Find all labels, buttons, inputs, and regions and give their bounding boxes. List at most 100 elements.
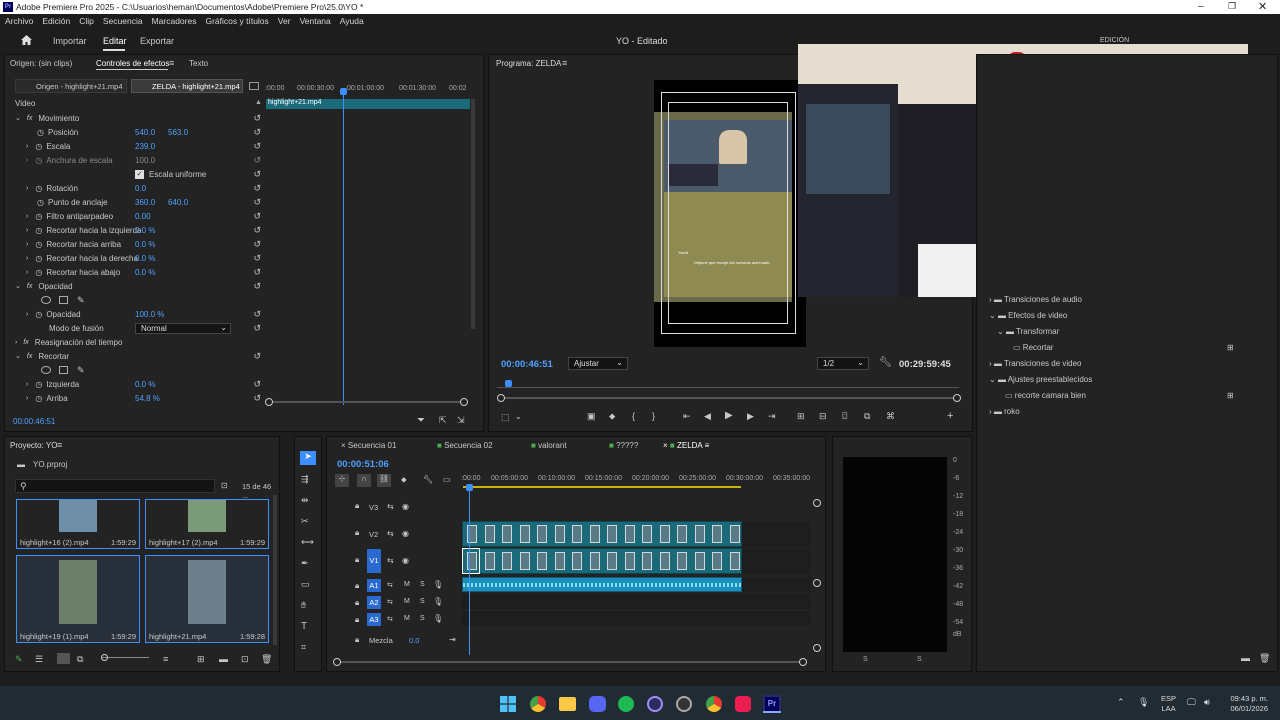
list-view-icon[interactable]: ☰ bbox=[35, 654, 43, 665]
a-scroll-handle-bottom[interactable] bbox=[813, 644, 821, 652]
workspace-label[interactable]: EDICIÓN bbox=[1100, 37, 1129, 44]
microphone-icon[interactable]: 🎙︎ bbox=[433, 614, 443, 623]
chevron-right-icon[interactable]: › bbox=[26, 227, 28, 234]
delete-icon[interactable]: 🗑︎ bbox=[1259, 653, 1270, 664]
chevron-down-icon[interactable]: ⌄ bbox=[15, 282, 21, 290]
tab-importar[interactable]: Importar bbox=[53, 36, 87, 46]
zoom-slider-handle[interactable] bbox=[101, 654, 108, 661]
scroll-up-icon[interactable]: ▲ bbox=[255, 99, 262, 106]
tab-origen[interactable]: Origen: (sin clips) bbox=[10, 59, 72, 68]
file-explorer-icon[interactable] bbox=[559, 697, 576, 711]
reset-icon[interactable]: ↺ bbox=[253, 141, 261, 152]
clip-v2[interactable] bbox=[462, 521, 742, 547]
chevron-down-icon[interactable]: ⌄ bbox=[15, 114, 21, 122]
reset-icon[interactable]: ↺ bbox=[253, 155, 261, 166]
project-search-input[interactable]: ⚲ bbox=[15, 479, 215, 493]
rectangle-icon[interactable]: ▭ bbox=[301, 579, 310, 590]
type-tool-icon[interactable]: T bbox=[301, 621, 307, 632]
solo-icon[interactable]: S bbox=[420, 615, 425, 622]
ellipse-mask-icon[interactable] bbox=[41, 366, 51, 374]
pencil-icon[interactable]: ✎ bbox=[15, 654, 23, 665]
delete-icon[interactable]: 🗑︎ bbox=[261, 654, 272, 665]
rectangle-mask-icon[interactable] bbox=[59, 296, 68, 304]
prop-value-1[interactable]: 0.00 bbox=[135, 212, 151, 221]
pen-icon[interactable]: ✒ bbox=[301, 558, 309, 569]
menu-ayuda[interactable]: Ayuda bbox=[340, 16, 364, 26]
track-a2-lane[interactable] bbox=[461, 594, 811, 609]
program-scrub-ruler[interactable] bbox=[497, 380, 959, 388]
scroll-handle-right[interactable] bbox=[460, 398, 468, 406]
reset-icon[interactable]: ↺ bbox=[253, 211, 261, 222]
tab-valorant[interactable]: ■ valorant bbox=[531, 441, 567, 450]
program-zoom-bar[interactable] bbox=[501, 397, 957, 399]
tree-item[interactable]: › ▬ Transiciones de audio bbox=[989, 295, 1249, 304]
menu-ventana[interactable]: Ventana bbox=[300, 16, 331, 26]
chevron-right-icon[interactable]: › bbox=[26, 185, 28, 192]
tree-item[interactable]: ⌄ ▬ Transformar bbox=[997, 327, 1247, 336]
audio-clip-a1[interactable] bbox=[462, 577, 742, 592]
tab-secuencia-02[interactable]: ■ Secuencia 02 bbox=[437, 441, 493, 450]
lock-icon[interactable]: 🔒︎ bbox=[355, 598, 359, 608]
camera-icon[interactable]: ⌼ bbox=[842, 411, 847, 422]
chevron-right-icon[interactable]: › bbox=[26, 241, 28, 248]
volume-icon[interactable]: 🔊︎ bbox=[1204, 697, 1210, 708]
tab-secuencia-01[interactable]: × Secuencia 01 bbox=[341, 441, 396, 450]
track-a2-label[interactable]: A2 bbox=[367, 596, 381, 609]
reset-icon[interactable]: ↺ bbox=[253, 267, 261, 278]
prop-value-1[interactable]: 360.0 bbox=[135, 198, 155, 207]
tiktok-icon[interactable] bbox=[735, 696, 751, 712]
reset-icon[interactable]: ↺ bbox=[253, 379, 261, 390]
ec-playhead-handle[interactable] bbox=[340, 88, 347, 95]
lift-clip-icon[interactable]: ⊞ bbox=[797, 411, 805, 422]
track-select-icon[interactable]: ⇶ bbox=[301, 474, 309, 485]
track-a1-label[interactable]: A1 bbox=[367, 579, 381, 592]
chevron-right-icon[interactable]: › bbox=[26, 213, 28, 220]
stopwatch-icon[interactable]: ◷ bbox=[35, 240, 42, 249]
mute-icon[interactable]: M bbox=[404, 581, 410, 588]
v-scroll-handle[interactable] bbox=[813, 499, 821, 507]
microphone-icon[interactable]: 🎙︎ bbox=[433, 597, 443, 606]
hand-icon[interactable]: ✋︎ bbox=[301, 600, 306, 611]
ec-timecode[interactable]: 00:00:46:51 bbox=[13, 417, 55, 426]
lock-icon[interactable]: 🔒︎ bbox=[355, 555, 359, 565]
chevron-right-icon[interactable]: › bbox=[26, 143, 28, 150]
tree-item[interactable]: ▭ recorte camara bien bbox=[1005, 391, 1245, 400]
lock-icon[interactable]: 🔒︎ bbox=[355, 581, 359, 591]
timeline-ruler[interactable]: :00:00 00:05:00:00 00:10:00:00 00:15:00:… bbox=[461, 475, 817, 491]
caption-icon[interactable]: ⌗ bbox=[301, 642, 306, 653]
stopwatch-icon[interactable]: ◷ bbox=[35, 226, 42, 235]
new-folder-icon[interactable]: ▬ bbox=[1241, 653, 1250, 663]
menu-clip[interactable]: Clip bbox=[79, 16, 94, 26]
discord-icon[interactable] bbox=[589, 696, 606, 712]
tab-editar[interactable]: Editar bbox=[103, 36, 127, 46]
work-area-bar[interactable] bbox=[463, 486, 741, 488]
eye-icon[interactable]: ◉ bbox=[402, 529, 409, 538]
sync-lock-icon[interactable]: ⇆ bbox=[387, 529, 394, 538]
vertical-scrollbar[interactable] bbox=[471, 99, 475, 329]
slip-icon[interactable]: ⟷ bbox=[301, 537, 314, 548]
stopwatch-icon[interactable]: ◷ bbox=[35, 184, 42, 193]
tree-item[interactable]: ⌄ ▬ Ajustes preestablecidos bbox=[989, 375, 1249, 384]
tab-zelda[interactable]: × ■ ZELDA ≡ bbox=[663, 441, 709, 450]
zoom-handle-right[interactable] bbox=[953, 394, 961, 402]
reset-icon[interactable]: ↺ bbox=[253, 281, 261, 292]
go-to-in-icon[interactable]: ⇤ bbox=[683, 411, 691, 422]
reset-icon[interactable]: ↺ bbox=[253, 127, 261, 138]
compare-icon[interactable]: ⧉ bbox=[864, 411, 870, 422]
stopwatch-icon[interactable]: ◷ bbox=[35, 310, 42, 319]
microphone-tray-icon[interactable]: 🎙︎ bbox=[1138, 697, 1149, 708]
mute-icon[interactable]: M bbox=[404, 598, 410, 605]
play-icon[interactable]: ▶︎ bbox=[725, 410, 733, 421]
sync-lock-icon[interactable]: ⇆ bbox=[387, 615, 393, 623]
menu-ver[interactable]: Ver bbox=[278, 16, 291, 26]
fx-icon[interactable]: fx bbox=[27, 115, 32, 122]
scroll-handle-left[interactable] bbox=[333, 658, 341, 666]
tab-texto[interactable]: Texto bbox=[189, 59, 208, 68]
chrome-profile-icon[interactable] bbox=[706, 696, 722, 712]
ec-ruler[interactable]: :00:00 00:00:30:00 00:01:00:00 00:01:30:… bbox=[265, 85, 475, 97]
program-viewer[interactable]: Déjame que escaje las nuestras adecuado … bbox=[654, 80, 806, 347]
sync-lock-icon[interactable]: ⇆ bbox=[387, 581, 393, 589]
marker-icon[interactable]: ⬥ bbox=[609, 411, 615, 422]
close-icon[interactable]: × bbox=[341, 441, 346, 450]
toggle-timeline-icon[interactable] bbox=[249, 82, 259, 90]
